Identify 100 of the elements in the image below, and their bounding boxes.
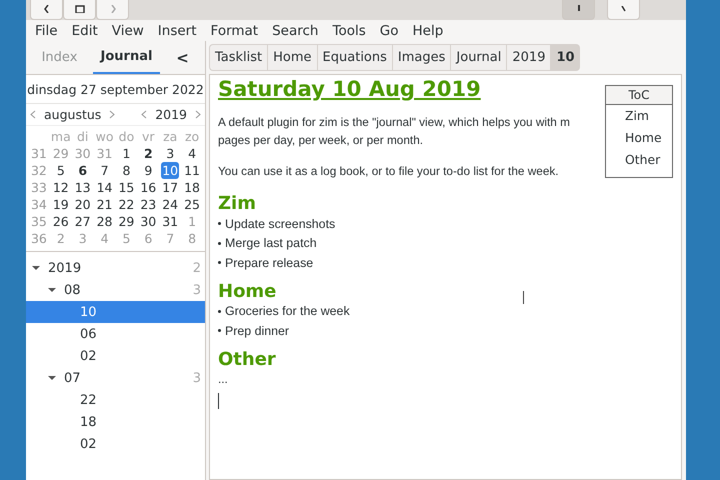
previous-month-button[interactable]: [30, 110, 36, 119]
calendar-day[interactable]: 2: [142, 145, 154, 162]
calendar-day[interactable]: 22: [117, 196, 136, 213]
tree-label: 06: [80, 326, 98, 342]
path-button[interactable]: 2019: [506, 44, 550, 71]
tree-label: 2019: [48, 260, 82, 276]
calendar-day[interactable]: 9: [143, 162, 154, 179]
previous-year-button[interactable]: [141, 110, 148, 119]
tree-row[interactable]: 18: [26, 411, 205, 433]
calendar-day[interactable]: 18: [183, 179, 202, 196]
calendar-day[interactable]: 11: [183, 162, 202, 179]
calendar-day[interactable]: 17: [161, 179, 180, 196]
menu-item[interactable]: File: [28, 22, 65, 38]
weekday-label: di: [76, 128, 90, 145]
weekday-label: wo: [94, 128, 114, 145]
collapse-button[interactable]: <: [160, 41, 205, 74]
calendar-day[interactable]: 8: [121, 162, 132, 179]
calendar-day[interactable]: 14: [96, 179, 114, 196]
section-heading: Zim: [218, 193, 256, 214]
menu-item[interactable]: Insert: [150, 22, 204, 38]
calendar-day[interactable]: 19: [52, 196, 70, 213]
calendar-day[interactable]: 16: [139, 179, 158, 196]
page-count: 3: [192, 282, 201, 298]
chevron-left-icon: [42, 5, 52, 13]
tree-row[interactable]: 02: [26, 345, 205, 367]
calendar-day[interactable]: 25: [183, 196, 202, 213]
path-button[interactable]: Tasklist: [209, 44, 268, 71]
bullet-icon: [218, 242, 221, 245]
menu-item[interactable]: Edit: [64, 22, 105, 38]
menu-item[interactable]: Help: [406, 22, 450, 38]
list-item: Prep dinner: [225, 324, 290, 338]
calendar-day[interactable]: 31: [161, 213, 180, 230]
menu-item[interactable]: Go: [372, 22, 406, 38]
next-month-button[interactable]: [109, 110, 116, 119]
calendar-day[interactable]: 28: [96, 213, 114, 230]
calendar-day[interactable]: 30: [139, 213, 158, 230]
calendar-day[interactable]: 23: [139, 196, 158, 213]
tree-row[interactable]: 2019 2: [26, 257, 205, 279]
year-label: 2019: [155, 107, 187, 122]
calendar-day[interactable]: 4: [187, 145, 198, 162]
calendar-day[interactable]: 20: [74, 196, 92, 213]
toc-link[interactable]: Other: [606, 149, 672, 171]
bullet-icon: [218, 222, 221, 226]
tree-row[interactable]: 02: [26, 433, 205, 455]
weekday-label: do: [118, 128, 136, 145]
tree-row[interactable]: 06: [26, 323, 205, 345]
text-caret: [218, 392, 219, 408]
section-heading: Other: [218, 348, 276, 370]
path-button[interactable]: Journal: [450, 44, 506, 71]
path-button[interactable]: Images: [392, 44, 450, 71]
text-cursor-icon: [523, 291, 526, 304]
menu-item[interactable]: View: [104, 22, 151, 38]
tree-label: 18: [80, 414, 98, 430]
paragraph-text: ...: [218, 370, 228, 388]
today-date: dinsdag 27 september 2022: [26, 75, 205, 104]
toc-link[interactable]: Home: [606, 127, 672, 149]
paragraph-text: A default plugin for zim is the "journal" view, which helps you with m: [218, 114, 570, 131]
sidebar-tab[interactable]: Journal: [93, 41, 160, 74]
weekday-label: vr: [141, 128, 156, 145]
tree-row[interactable]: 07 3: [26, 367, 205, 389]
tree-label: 02: [80, 436, 98, 452]
tree-row[interactable]: 08 3: [26, 279, 205, 301]
tree-row[interactable]: 22: [26, 389, 205, 411]
calendar-day[interactable]: 10: [161, 162, 180, 179]
calendar-day[interactable]: 5: [56, 162, 66, 179]
tree-label: 02: [80, 348, 98, 364]
calendar-day[interactable]: 21: [96, 196, 114, 213]
path-button[interactable]: 10: [550, 44, 580, 71]
tree-row[interactable]: 10: [26, 301, 205, 323]
calendar-day[interactable]: 6: [77, 162, 88, 179]
menu-item[interactable]: Tools: [326, 22, 373, 38]
week-number: 35: [30, 213, 48, 230]
home-button[interactable]: [63, 0, 96, 20]
list-item: Merge last patch: [225, 236, 317, 250]
toc-link[interactable]: Zim: [606, 105, 672, 127]
next-year-button[interactable]: [195, 110, 201, 119]
calendar-day[interactable]: 1: [121, 145, 132, 162]
paragraph-text: pages per day, per week, or per month.: [218, 132, 424, 149]
week-number: 31: [30, 145, 48, 162]
page-count: 3: [192, 370, 201, 386]
calendar-day[interactable]: 27: [74, 213, 92, 230]
search-button[interactable]: [607, 0, 640, 20]
tree-label: 08: [64, 282, 82, 298]
calendar-day[interactable]: 7: [100, 162, 110, 179]
calendar-day[interactable]: 26: [52, 213, 70, 230]
weekday-label: zo: [184, 128, 200, 145]
calendar-day[interactable]: 13: [74, 179, 92, 196]
tree-label: 07: [64, 370, 82, 386]
list-item: Update screenshots: [225, 216, 336, 231]
calendar-day[interactable]: 12: [52, 179, 70, 196]
calendar-day[interactable]: 3: [165, 145, 176, 162]
path-button[interactable]: Home: [267, 44, 317, 71]
calendar-day[interactable]: 15: [117, 179, 136, 196]
menu-item[interactable]: Format: [204, 22, 266, 38]
path-button[interactable]: Equations: [316, 44, 392, 71]
calendar-day[interactable]: 24: [161, 196, 180, 213]
calendar-day[interactable]: 29: [117, 213, 136, 230]
list-item: Prepare release: [225, 256, 314, 270]
menu-item[interactable]: Search: [265, 22, 326, 38]
back-button[interactable]: [30, 0, 63, 20]
